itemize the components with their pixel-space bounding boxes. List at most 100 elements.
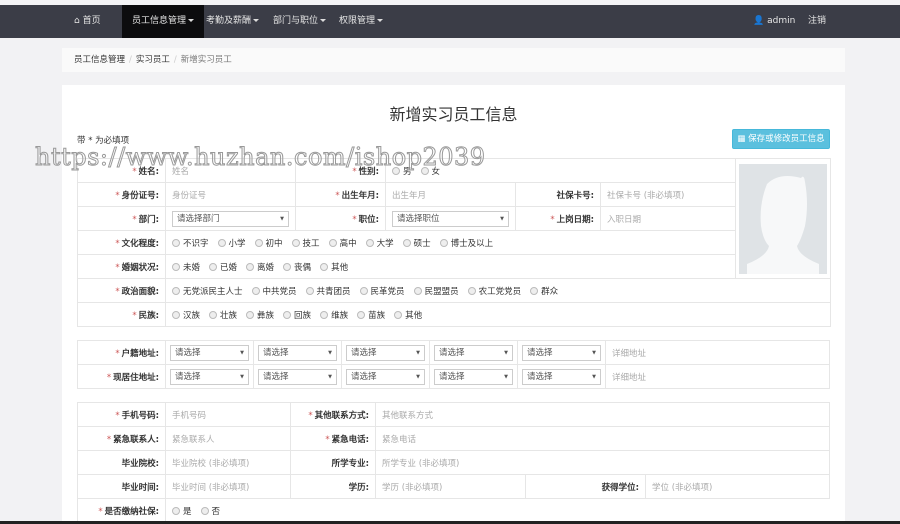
radio-label: 回族 <box>294 310 312 321</box>
caret-down-icon <box>377 19 384 22</box>
radio-label: 民革党员 <box>370 286 405 297</box>
page-title: 新增实习员工信息 <box>389 105 518 124</box>
radio-option[interactable]: 离婚 <box>246 261 274 273</box>
radio-option[interactable]: 是 <box>172 505 192 517</box>
radio-option[interactable]: 未婚 <box>172 261 200 273</box>
emergency-contact-label: 紧急联系人: <box>113 434 159 445</box>
radio-option[interactable]: 硕士 <box>402 237 431 249</box>
radio-circle-icon <box>328 238 337 247</box>
username: admin <box>767 16 796 26</box>
radio-label: 大学 <box>376 238 394 249</box>
start-date-input[interactable]: 入职日期 <box>607 215 641 225</box>
region-select[interactable]: 请选择 <box>170 368 249 385</box>
user-icon: 👤 <box>753 16 765 26</box>
radio-option[interactable]: 农工党党员 <box>467 285 521 297</box>
nav-permissions[interactable]: 权限管理 <box>339 5 384 38</box>
radio-label: 其他 <box>331 262 349 273</box>
radio-option[interactable]: 回族 <box>283 309 311 321</box>
radio-label: 已婚 <box>220 262 238 273</box>
radio-option[interactable]: 彝族 <box>246 309 274 321</box>
radio-option[interactable]: 博士及以上 <box>439 237 493 249</box>
major-input[interactable]: 所学专业 (非必填项) <box>382 459 459 469</box>
dept-select[interactable]: 请选择部门 <box>172 210 289 227</box>
radio-circle-icon <box>320 262 329 271</box>
radio-option[interactable]: 丧偶 <box>283 261 311 273</box>
gender-radio-male[interactable]: 男 <box>392 165 412 177</box>
name-input[interactable]: 姓名 <box>172 167 189 177</box>
region-select[interactable]: 请选择 <box>434 344 513 361</box>
radio-option[interactable]: 维族 <box>320 309 348 321</box>
position-select[interactable]: 请选择职位 <box>392 210 509 227</box>
phone-label: 手机号码: <box>121 410 159 421</box>
breadcrumb-current: 新增实习员工 <box>180 55 232 65</box>
breadcrumb-item[interactable]: 实习员工 <box>136 55 170 65</box>
nav-home-label: 首页 <box>82 16 101 26</box>
other-contact-input[interactable]: 其他联系方式 <box>382 411 433 421</box>
radio-option[interactable]: 已婚 <box>209 261 237 273</box>
radio-option[interactable]: 汉族 <box>172 309 200 321</box>
radio-circle-icon <box>172 310 180 319</box>
radio-option[interactable]: 大学 <box>365 237 394 249</box>
education-label: 文化程度: <box>121 238 159 249</box>
radio-circle-icon <box>439 238 448 247</box>
address-label: 户籍地址: <box>121 348 159 359</box>
logout-link[interactable]: 注销 <box>808 5 826 38</box>
radio-option[interactable]: 技工 <box>291 237 320 249</box>
detail-address-input[interactable]: 详细地址 <box>612 349 646 359</box>
region-select[interactable]: 请选择 <box>522 368 601 385</box>
nav-department[interactable]: 部门与职位 <box>273 5 327 38</box>
detail-address-input[interactable]: 详细地址 <box>612 373 646 383</box>
radio-option[interactable]: 高中 <box>328 237 357 249</box>
birth-input[interactable]: 出生年月 <box>392 191 426 201</box>
radio-option[interactable]: 民盟盟员 <box>413 285 459 297</box>
region-select[interactable]: 请选择 <box>258 344 337 361</box>
radio-circle-icon <box>365 238 374 247</box>
grad-time-input[interactable]: 毕业时间 (非必填项) <box>172 483 249 493</box>
major-label: 所学专业: <box>331 458 369 469</box>
degree-input[interactable]: 学位 (非必填项) <box>652 483 712 493</box>
education-level-input[interactable]: 学历 (非必填项) <box>382 483 442 493</box>
radio-option[interactable]: 共青团员 <box>305 285 351 297</box>
region-select[interactable]: 请选择 <box>434 368 513 385</box>
school-input[interactable]: 毕业院校 (非必填项) <box>172 459 249 469</box>
region-select[interactable]: 请选择 <box>522 344 601 361</box>
nav-attendance[interactable]: 考勤及薪酬 <box>206 5 260 38</box>
radio-option[interactable]: 群众 <box>530 285 558 297</box>
radio-option[interactable]: 苗族 <box>357 309 385 321</box>
radio-circle-icon <box>283 262 292 271</box>
radio-option[interactable]: 小学 <box>217 237 246 249</box>
breadcrumb-item[interactable]: 员工信息管理 <box>74 55 125 65</box>
region-select[interactable]: 请选择 <box>346 368 425 385</box>
emergency-contact-input[interactable]: 紧急联系人 <box>172 435 215 445</box>
radio-label: 未婚 <box>183 262 201 273</box>
region-select[interactable]: 请选择 <box>258 368 337 385</box>
radio-option[interactable]: 其他 <box>320 261 348 273</box>
nav-employee-info[interactable]: 员工信息管理 <box>122 5 205 38</box>
ethnic-label: 民族: <box>138 310 159 321</box>
radio-option[interactable]: 民革党员 <box>359 285 405 297</box>
radio-option[interactable]: 壮族 <box>209 309 237 321</box>
phone-input[interactable]: 手机号码 <box>172 411 206 421</box>
radio-option[interactable]: 否 <box>200 505 220 517</box>
emergency-phone-input[interactable]: 紧急电话 <box>382 435 416 445</box>
radio-circle-icon <box>200 506 209 515</box>
address-table: *户籍地址:请选择请选择请选择请选择请选择详细地址 *现居住地址:请选择请选择请… <box>77 340 830 389</box>
radio-option[interactable]: 初中 <box>254 237 283 249</box>
id-card-input[interactable]: 身份证号 <box>172 191 206 201</box>
avatar-photo-placeholder[interactable] <box>739 163 827 274</box>
radio-option[interactable]: 其他 <box>394 309 422 321</box>
education-radio-group: 不识字 小学 初中 技工 高中 大学 硕士 博士及以上 <box>165 230 736 255</box>
radio-label: 中共党员 <box>262 286 297 297</box>
radio-circle-icon <box>320 310 329 319</box>
nav-user[interactable]: 👤 admin <box>753 5 795 38</box>
region-select[interactable]: 请选择 <box>170 344 249 361</box>
nav-home[interactable]: ⌂ 首页 <box>74 5 101 38</box>
radio-option[interactable]: 中共党员 <box>251 285 297 297</box>
radio-option[interactable]: 不识字 <box>172 237 209 249</box>
dept-label: 部门: <box>138 214 159 225</box>
gender-radio-female[interactable]: 女 <box>420 165 440 177</box>
radio-option[interactable]: 无党派民主人士 <box>172 285 243 297</box>
save-button[interactable]: ▦ 保存或修改员工信息 <box>732 129 830 149</box>
social-card-input[interactable]: 社保卡号 (非必填项) <box>607 191 684 201</box>
region-select[interactable]: 请选择 <box>346 344 425 361</box>
